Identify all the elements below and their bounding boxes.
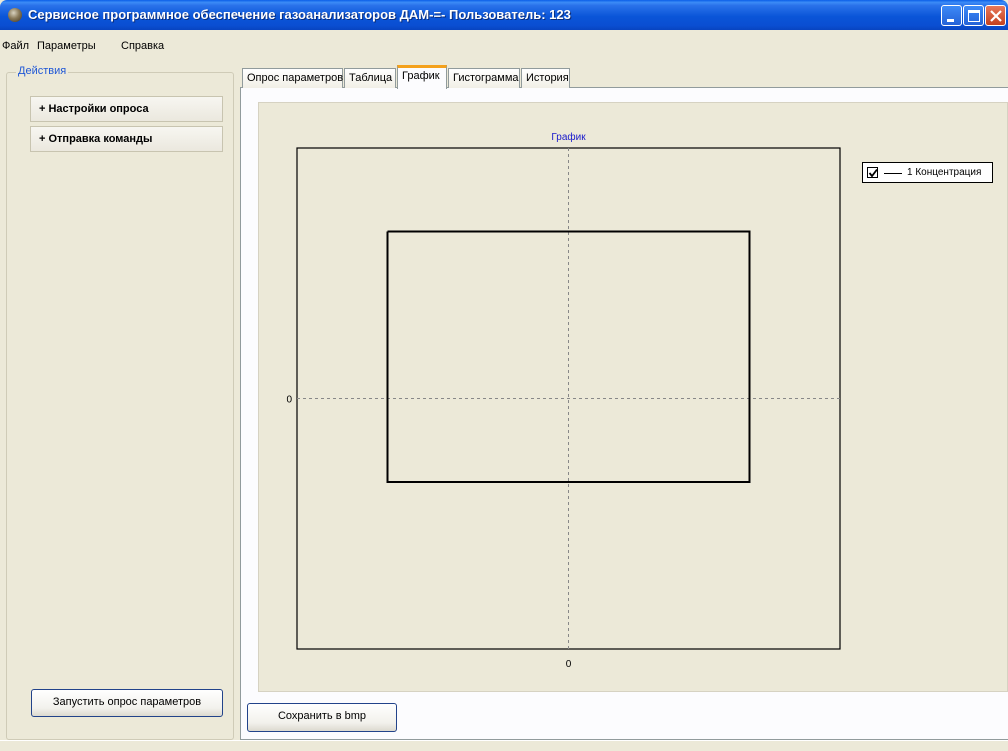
- tab-chart[interactable]: График: [397, 65, 447, 89]
- save-bmp-button[interactable]: Сохранить в bmp: [247, 703, 397, 732]
- chart-legend: 1 Концентрация: [862, 162, 993, 183]
- chart-title: График: [551, 131, 586, 143]
- status-bar: [0, 740, 1008, 751]
- legend-checkbox[interactable]: [867, 167, 878, 178]
- chart-svg: График 0 0: [286, 131, 841, 670]
- save-bmp-label: Сохранить в bmp: [277, 710, 367, 722]
- legend-line: [884, 173, 902, 174]
- legend-label: 1 Концентрация: [907, 167, 982, 178]
- y-tick-label: 0: [286, 395, 292, 406]
- x-tick-label: 0: [566, 659, 572, 670]
- check-icon: [868, 168, 878, 178]
